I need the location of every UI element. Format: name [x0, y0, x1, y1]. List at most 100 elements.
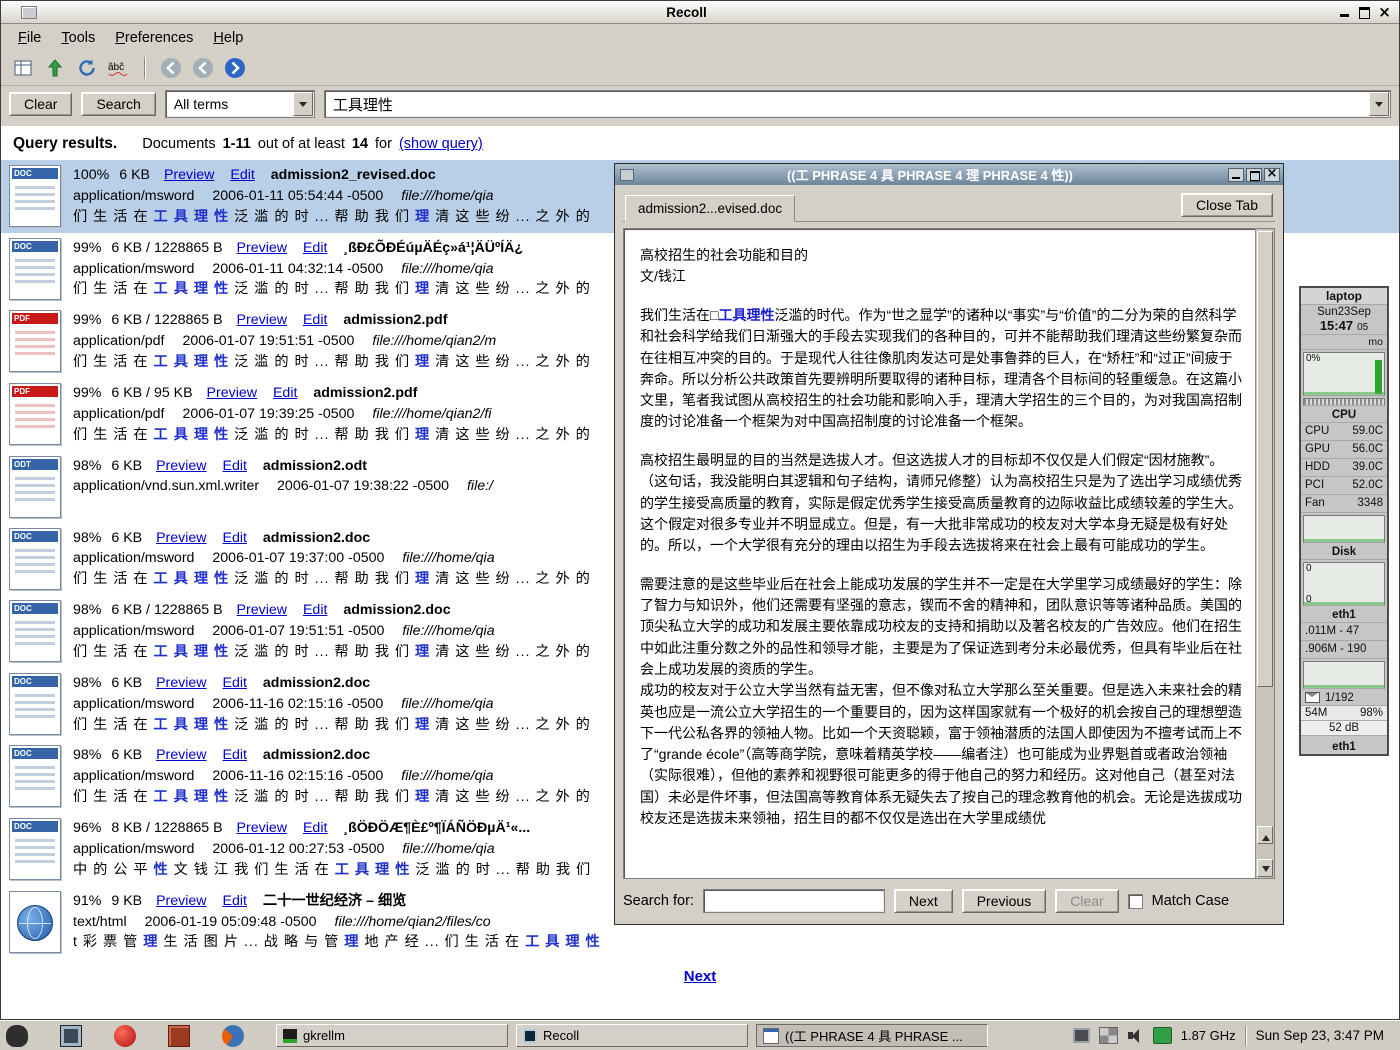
result-title: admission2.doc [263, 530, 370, 546]
circle-arrow-left-icon [192, 57, 214, 79]
taskbar-task-gkrellm[interactable]: gkrellm [276, 1024, 508, 1047]
volume-icon[interactable] [1127, 1028, 1144, 1043]
close-tab-button[interactable]: Close Tab [1181, 193, 1273, 217]
results-count-mid: out of at least [258, 136, 345, 152]
query-details-button[interactable] [9, 55, 37, 81]
search-button[interactable]: Search [81, 92, 155, 116]
clear-button[interactable]: Clear [9, 92, 72, 116]
preview-maximize-button[interactable] [1246, 168, 1262, 182]
preview-scrollbar[interactable] [1255, 229, 1274, 878]
find-clear-button[interactable]: Clear [1055, 889, 1118, 913]
menu-tools[interactable]: Tools [52, 27, 104, 49]
scrollbar-thumb[interactable] [1257, 231, 1273, 687]
result-url: file:///home/qia [401, 768, 493, 784]
term-explorer-button[interactable]: âbĉ [105, 55, 133, 81]
back-button[interactable] [157, 55, 185, 81]
media-player-launcher-icon[interactable] [114, 1025, 136, 1047]
show-query-link[interactable]: (show query) [399, 136, 483, 152]
edit-link[interactable]: Edit [273, 385, 297, 401]
edit-link[interactable]: Edit [303, 312, 327, 328]
query-history-chevron-icon[interactable] [1369, 92, 1389, 116]
gkrellm-disk-label: Disk [1301, 545, 1387, 560]
titlebar[interactable]: Recoll [1, 1, 1399, 24]
edit-link[interactable]: Edit [223, 530, 247, 546]
edit-link[interactable]: Edit [223, 893, 247, 909]
edit-link[interactable]: Edit [223, 458, 247, 474]
menu-preferences[interactable]: Preferences [106, 27, 202, 49]
edit-link[interactable]: Edit [303, 602, 327, 618]
gkrellm-bottom-label: eth1 [1301, 740, 1387, 754]
preview-titlebar[interactable]: ((工 PHRASE 4 具 PHRASE 4 理 PHRASE 4 性)) [615, 164, 1283, 185]
result-mimetype: application/msword [73, 188, 194, 204]
taskbar-task-recoll[interactable]: Recoll [516, 1024, 748, 1047]
preview-link[interactable]: Preview [237, 312, 287, 328]
search-mode-select[interactable]: All terms [165, 90, 315, 118]
toolbar-separator [144, 57, 146, 79]
scroll-up-button[interactable] [1257, 826, 1273, 844]
preview-close-button[interactable] [1264, 168, 1280, 182]
result-relevance: 98% [73, 530, 101, 546]
result-date: 2006-01-07 19:51:51 -0500 [212, 623, 384, 639]
prev-page-button[interactable] [189, 55, 217, 81]
preview-window-menu-icon[interactable] [620, 169, 634, 181]
preview-link[interactable]: Preview [237, 602, 287, 618]
preview-link[interactable]: Preview [156, 893, 206, 909]
preview-link[interactable]: Preview [156, 675, 206, 691]
net-tx-row: .906M - 190 [1301, 641, 1387, 659]
result-mimetype: application/msword [73, 841, 194, 857]
match-case-checkbox[interactable] [1128, 894, 1143, 909]
result-size: 6 KB / 95 KB [111, 385, 192, 401]
edit-link[interactable]: Edit [230, 167, 254, 183]
preview-link[interactable]: Preview [164, 167, 214, 183]
next-page-button[interactable] [221, 55, 249, 81]
net-rx-row: .011M - 47 [1301, 623, 1387, 641]
taskbar-task-preview[interactable]: ((工 PHRASE 4 具 PHRASE ... [756, 1024, 988, 1047]
result-relevance: 99% [73, 240, 101, 256]
preview-link[interactable]: Preview [237, 240, 287, 256]
minimize-button[interactable] [1336, 5, 1353, 20]
gkrellm-sensor-chart [1303, 515, 1385, 543]
firefox-launcher-icon[interactable] [222, 1025, 244, 1047]
next-page-link[interactable]: Next [684, 968, 717, 985]
reload-button[interactable] [73, 55, 101, 81]
keyboard-indicator-icon[interactable] [1073, 1028, 1090, 1043]
scroll-down-button[interactable] [1257, 859, 1273, 877]
result-mimetype: text/html [73, 914, 127, 930]
result-relevance: 99% [73, 312, 101, 328]
terminal-launcher-icon[interactable] [60, 1025, 82, 1047]
menu-file[interactable]: File [9, 27, 50, 49]
menu-help[interactable]: Help [204, 27, 252, 49]
find-next-button[interactable]: Next [894, 889, 953, 913]
preview-link[interactable]: Preview [207, 385, 257, 401]
window-menu-icon[interactable] [21, 6, 37, 19]
result-title: admission2.doc [343, 602, 450, 618]
maximize-button[interactable] [1356, 5, 1373, 20]
result-url: file:///home/qia [402, 550, 494, 566]
preview-search-input[interactable] [703, 889, 885, 913]
package-launcher-icon[interactable] [168, 1025, 190, 1047]
results-header: Query results. Documents 1-11 out of at … [1, 126, 1399, 160]
app-launcher-icon[interactable] [6, 1025, 28, 1047]
chevron-down-icon[interactable] [293, 92, 313, 116]
preview-minimize-button[interactable] [1228, 168, 1244, 182]
edit-link[interactable]: Edit [223, 675, 247, 691]
edit-link[interactable]: Edit [303, 240, 327, 256]
preview-link[interactable]: Preview [156, 530, 206, 546]
sort-button[interactable] [41, 55, 69, 81]
temp-row: GPU56.0C [1301, 441, 1387, 459]
gkrellm-mail-row: 1/192 [1301, 691, 1387, 706]
preview-tab[interactable]: admission2...evised.doc [625, 195, 795, 222]
result-snippet: 们 生 活 在 工 具 理 性 泛 滥 的 时 ... 帮 助 我 们 理 清 … [73, 352, 591, 373]
preview-search-bar: Search for: Next Previous Clear Match Ca… [623, 879, 1275, 918]
query-input[interactable] [325, 96, 1368, 113]
preview-link[interactable]: Preview [156, 747, 206, 763]
preview-link[interactable]: Preview [237, 820, 287, 836]
preview-link[interactable]: Preview [156, 458, 206, 474]
workspace-grid-icon[interactable] [1099, 1027, 1118, 1044]
edit-link[interactable]: Edit [303, 820, 327, 836]
tray-separator [1245, 1026, 1247, 1046]
close-button[interactable] [1376, 5, 1393, 20]
edit-link[interactable]: Edit [223, 747, 247, 763]
result-mimetype: application/pdf [73, 406, 165, 422]
find-previous-button[interactable]: Previous [962, 889, 1046, 913]
